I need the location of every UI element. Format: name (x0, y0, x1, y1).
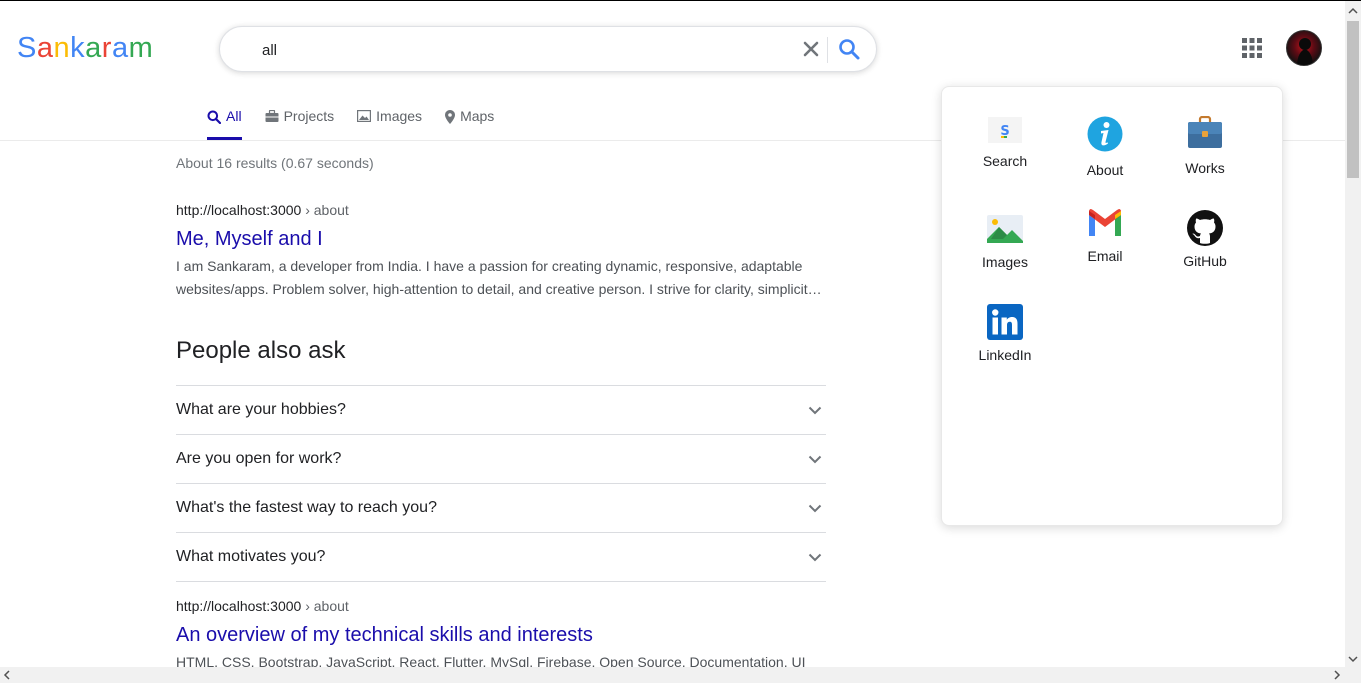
search-tabs: All Projects Images Maps (207, 108, 517, 140)
faq-question: What's the fastest way to reach you? (176, 499, 437, 516)
result-snippet: I am Sankaram, a developer from India. I… (176, 255, 826, 301)
tab-all[interactable]: All (207, 108, 242, 140)
app-label: Works (1185, 160, 1225, 176)
tab-label: Maps (460, 108, 495, 124)
tab-label: Images (376, 108, 423, 124)
app-linkedin[interactable]: LinkedIn (955, 304, 1055, 363)
vertical-scrollbar-thumb[interactable] (1347, 21, 1359, 178)
result-title[interactable]: Me, Myself and I (176, 226, 323, 252)
tab-maps[interactable]: Maps (445, 108, 494, 140)
app-label: About (1086, 162, 1124, 178)
result-stats: About 16 results (0.67 seconds) (176, 155, 374, 171)
faq-question: Are you open for work? (176, 450, 342, 467)
logo-letter: S (17, 32, 37, 64)
logo-letter: a (111, 32, 129, 64)
app-search[interactable]: S Search (955, 116, 1055, 169)
info-icon (1087, 116, 1123, 152)
result-url-crumb: › about (301, 202, 349, 218)
logo-letter: n (53, 32, 71, 64)
faq-item[interactable]: What motivates you? (176, 533, 826, 582)
app-label: LinkedIn (978, 347, 1032, 363)
snippet-line: websites/apps. Problem solver, high-atte… (176, 281, 826, 297)
linkedin-icon (987, 304, 1023, 340)
search-result: http://localhost:3000 › about Me, Myself… (176, 201, 826, 301)
search-result: http://localhost:3000 › about An overvie… (176, 597, 826, 674)
horizontal-scrollbar[interactable] (0, 667, 1361, 683)
result-url-host: http://localhost:3000 (176, 598, 302, 614)
app-works[interactable]: Works (1155, 116, 1255, 176)
app-label: Images (982, 254, 1028, 270)
logo-letter: m (128, 32, 154, 64)
faq-question: What are your hobbies? (176, 401, 346, 418)
app-label: Email (1087, 248, 1123, 264)
tab-projects[interactable]: Projects (265, 108, 335, 140)
window-top-border (0, 0, 1361, 1)
apps-panel: S Search About Works Images Email GitHub… (941, 86, 1283, 526)
image-icon (987, 215, 1023, 243)
result-title[interactable]: An overview of my technical skills and i… (176, 622, 593, 648)
search-divider (827, 37, 828, 63)
briefcase-icon (265, 110, 279, 122)
grid-icon[interactable] (1240, 36, 1264, 60)
people-also-ask-title: People also ask (176, 337, 346, 364)
scroll-left-icon[interactable] (0, 667, 14, 683)
faq-item[interactable]: What's the fastest way to reach you? (176, 484, 826, 533)
image-icon (357, 110, 372, 122)
logo-letter: a (36, 32, 54, 64)
faq-item[interactable]: Are you open for work? (176, 435, 826, 484)
search-icon[interactable] (837, 37, 861, 61)
tab-label: Projects (283, 108, 335, 124)
search-app-icon: S (988, 117, 1022, 143)
chevron-down-icon (808, 406, 822, 414)
result-url-crumb: › about (301, 598, 349, 614)
chevron-down-icon (808, 455, 822, 463)
tab-label: All (226, 108, 242, 124)
tab-images[interactable]: Images (357, 108, 422, 140)
search-input[interactable] (262, 40, 782, 60)
result-url[interactable]: http://localhost:3000 › about (176, 201, 826, 219)
search-box (219, 26, 877, 72)
app-images[interactable]: Images (955, 215, 1055, 270)
avatar[interactable] (1286, 30, 1322, 66)
result-url[interactable]: http://localhost:3000 › about (176, 597, 826, 615)
faq-item[interactable]: What are your hobbies? (176, 386, 826, 435)
briefcase-icon (1188, 116, 1222, 148)
app-label: GitHub (1183, 253, 1227, 269)
logo-letter: k (70, 32, 86, 64)
gmail-icon (1089, 209, 1121, 236)
chevron-down-icon (808, 504, 822, 512)
result-url-host: http://localhost:3000 (176, 202, 302, 218)
app-github[interactable]: GitHub (1155, 210, 1255, 269)
search-icon (207, 110, 221, 124)
close-icon[interactable] (800, 38, 822, 60)
site-logo[interactable]: Sankaram (17, 30, 153, 66)
people-also-ask-list: What are your hobbies? Are you open for … (176, 385, 826, 582)
github-icon (1187, 210, 1223, 246)
chevron-down-icon (808, 553, 822, 561)
app-email[interactable]: Email (1055, 209, 1155, 264)
scroll-right-icon[interactable] (1330, 667, 1344, 683)
app-about[interactable]: About (1055, 116, 1155, 178)
logo-letter: a (85, 32, 102, 64)
faq-question: What motivates you? (176, 548, 326, 565)
snippet-line: I am Sankaram, a developer from India. I… (176, 258, 803, 274)
scroll-up-icon[interactable] (1345, 3, 1361, 19)
logo-letter: r (101, 32, 112, 64)
app-label: Search (982, 153, 1028, 169)
scroll-down-icon[interactable] (1345, 651, 1361, 667)
map-pin-icon (445, 110, 456, 124)
